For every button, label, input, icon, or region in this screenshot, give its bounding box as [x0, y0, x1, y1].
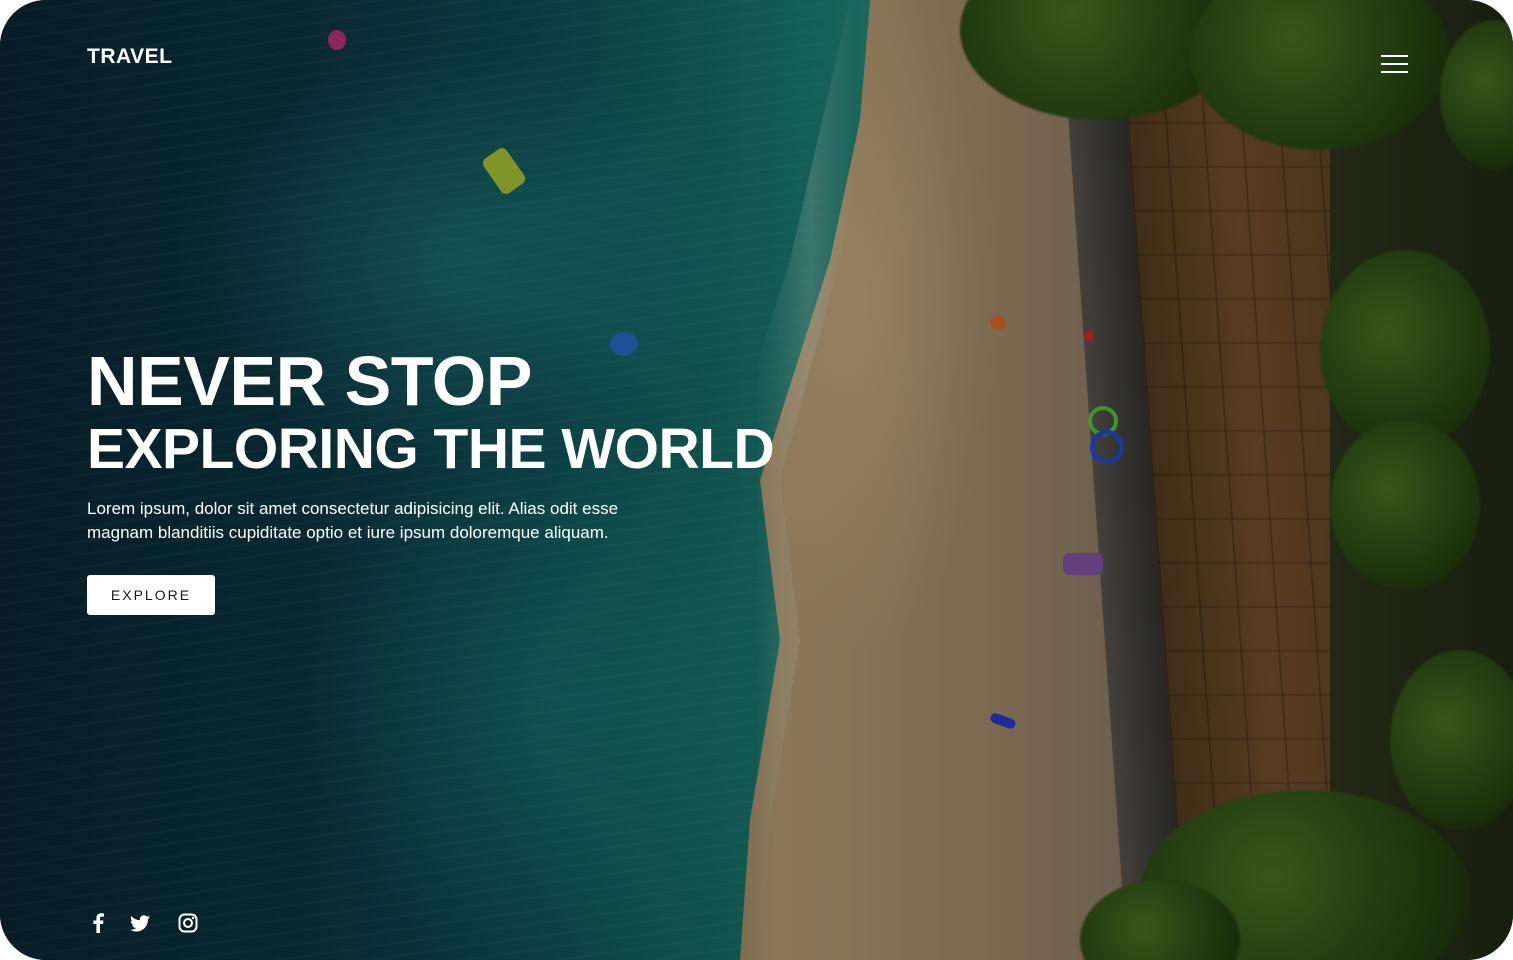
twitter-icon[interactable]	[129, 912, 151, 934]
hero-section: NEVER STOP EXPLORING THE WORLD Lorem ips…	[87, 342, 775, 545]
facebook-icon[interactable]	[87, 912, 109, 934]
menu-icon-bar	[1381, 55, 1408, 57]
menu-icon-bar	[1381, 63, 1408, 65]
instagram-icon[interactable]	[177, 912, 199, 934]
menu-icon-bar	[1381, 71, 1408, 73]
social-links	[87, 912, 199, 934]
hero-title-line-2: EXPLORING THE WORLD	[87, 417, 775, 481]
explore-button[interactable]: EXPLORE	[87, 575, 215, 615]
landing-page: TRAVEL NEVER STOP EXPLORING THE WORLD Lo…	[0, 0, 1513, 960]
hero-title-line-1: NEVER STOP	[87, 342, 532, 420]
site-logo[interactable]: TRAVEL	[87, 45, 172, 69]
hamburger-menu-button[interactable]	[1374, 49, 1414, 79]
hero-description: Lorem ipsum, dolor sit amet consectetur …	[87, 499, 619, 542]
